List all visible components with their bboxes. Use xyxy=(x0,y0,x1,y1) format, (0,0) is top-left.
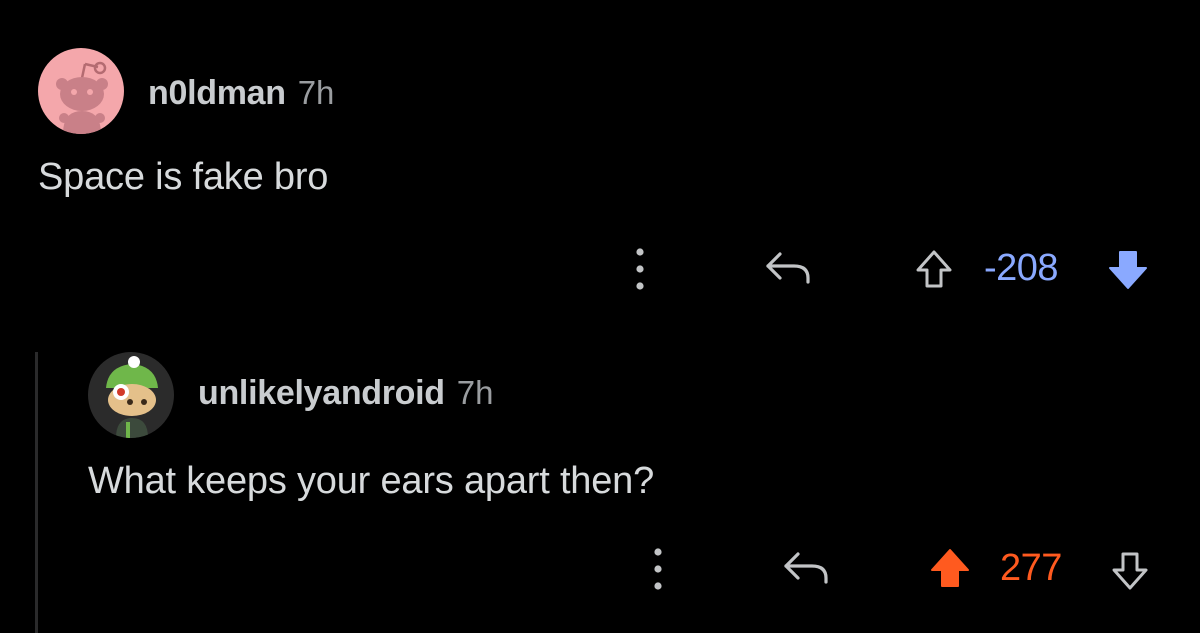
comment-header: n0ldman 7h xyxy=(148,74,334,113)
vote-score: 277 xyxy=(1000,547,1062,589)
reddit-snoo-avatar-icon xyxy=(56,61,108,134)
downvote-icon[interactable] xyxy=(1106,246,1150,292)
username[interactable]: n0ldman xyxy=(148,74,286,113)
comment-text: What keeps your ears apart then? xyxy=(88,460,655,502)
custom-snoo-avatar-icon xyxy=(106,356,158,438)
reply-icon[interactable] xyxy=(762,248,818,288)
upvote-icon[interactable] xyxy=(928,546,972,592)
comment-header: unlikelyandroid 7h xyxy=(198,374,493,413)
downvote-icon[interactable] xyxy=(1110,548,1150,592)
user-avatar[interactable] xyxy=(38,48,124,134)
vote-score: -208 xyxy=(984,247,1059,289)
comment-age: 7h xyxy=(456,374,494,411)
comment-n0ldman: n0ldman 7h Space is fake bro -208 xyxy=(0,0,1200,330)
comment-text: Space is fake bro xyxy=(38,156,329,198)
more-options-icon[interactable] xyxy=(648,544,668,594)
reply-icon[interactable] xyxy=(780,548,836,588)
comment-unlikelyandroid: unlikelyandroid 7h What keeps your ears … xyxy=(0,330,1200,633)
more-options-icon[interactable] xyxy=(630,244,650,294)
upvote-icon[interactable] xyxy=(914,248,954,292)
username[interactable]: unlikelyandroid xyxy=(198,374,445,413)
comment-age: 7h xyxy=(297,74,335,111)
user-avatar[interactable] xyxy=(88,352,174,438)
